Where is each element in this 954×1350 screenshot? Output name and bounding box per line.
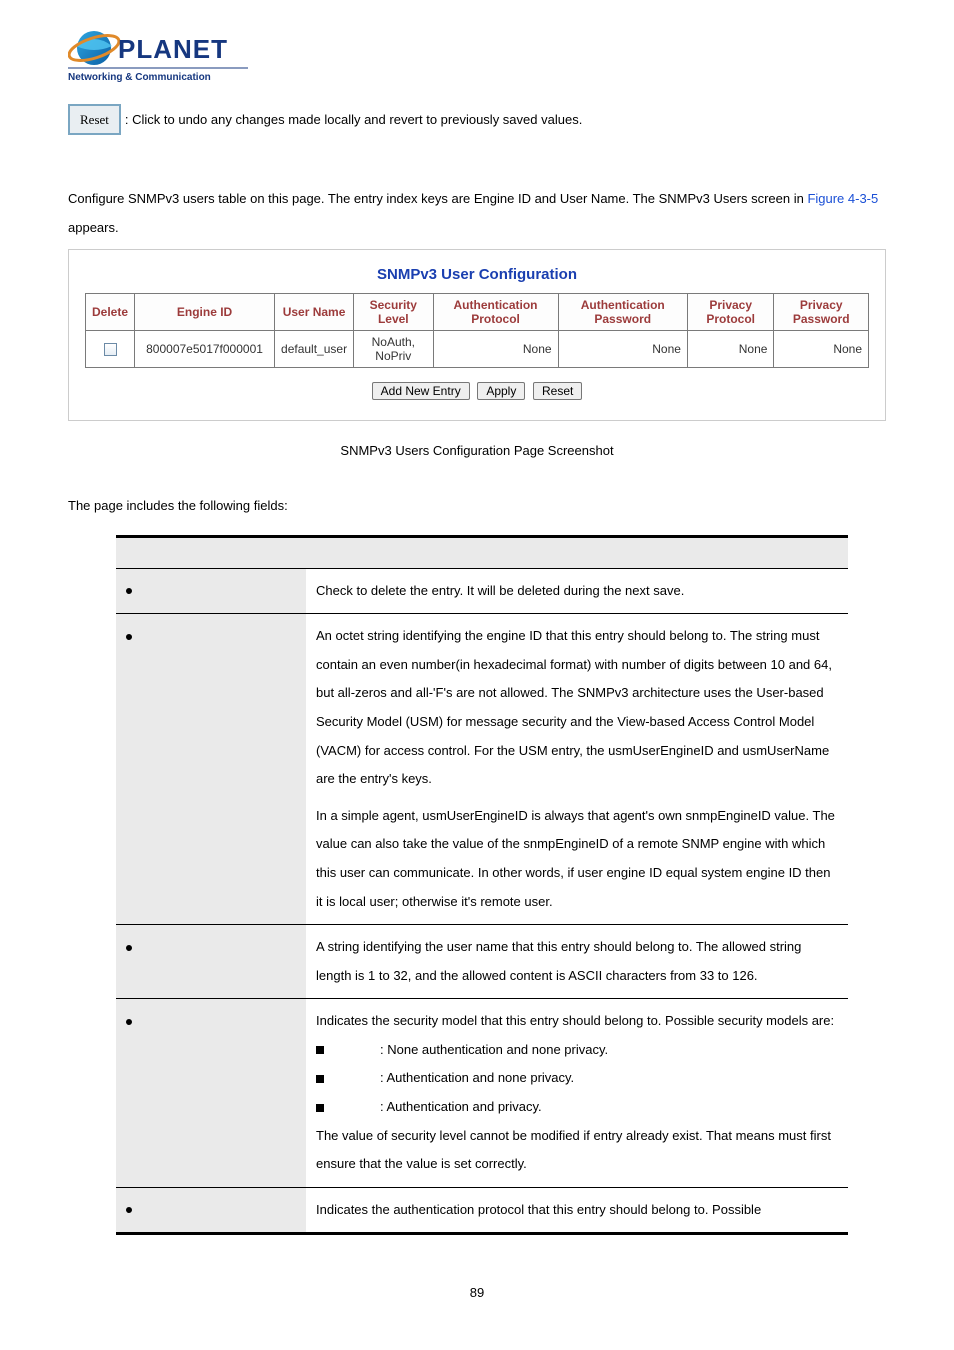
- planet-logo-icon: PLANET Networking & Communication: [68, 24, 248, 86]
- field-row-auth-protocol: Indicates the authentication protocol th…: [116, 1187, 848, 1234]
- field-user-name-desc: A string identifying the user name that …: [306, 925, 848, 999]
- fields-header-object: [116, 536, 306, 568]
- col-priv-password: Privacy Password: [774, 293, 869, 330]
- reset-description: : Click to undo any changes made locally…: [125, 108, 582, 131]
- field-row-engine-id: An octet string identifying the engine I…: [116, 614, 848, 925]
- snmp-config-screenshot: SNMPv3 User Configuration Delete Engine …: [68, 249, 886, 421]
- screenshot-caption: SNMPv3 Users Configuration Page Screensh…: [68, 443, 886, 458]
- bullet-icon: [126, 945, 132, 951]
- col-delete: Delete: [86, 293, 135, 330]
- col-auth-password: Authentication Password: [558, 293, 687, 330]
- page-number: 89: [68, 1285, 886, 1300]
- cell-auth-password: None: [558, 330, 687, 367]
- apply-button[interactable]: Apply: [477, 382, 525, 400]
- bullet-icon: [126, 588, 132, 594]
- col-user-name: User Name: [275, 293, 354, 330]
- square-bullet-icon: [316, 1046, 324, 1054]
- cell-auth-protocol: None: [433, 330, 558, 367]
- field-engine-id-desc: An octet string identifying the engine I…: [306, 614, 848, 925]
- col-security-level: Security Level: [354, 293, 433, 330]
- cell-security-level: NoAuth, NoPriv: [354, 330, 433, 367]
- field-row-user-name: A string identifying the user name that …: [116, 925, 848, 999]
- brand-logo: PLANET Networking & Communication: [68, 24, 886, 86]
- svg-text:Networking & Communication: Networking & Communication: [68, 72, 211, 83]
- col-engine-id: Engine ID: [135, 293, 275, 330]
- snmp-users-table: Delete Engine ID User Name Security Leve…: [85, 293, 869, 368]
- square-bullet-icon: [316, 1075, 324, 1083]
- cell-engine-id: 800007e5017f000001: [135, 330, 275, 367]
- table-row: 800007e5017f000001 default_user NoAuth, …: [86, 330, 869, 367]
- reset-button[interactable]: Reset: [533, 382, 582, 400]
- field-auth-protocol-desc: Indicates the authentication protocol th…: [306, 1187, 848, 1234]
- field-row-delete: Check to delete the entry. It will be de…: [116, 568, 848, 614]
- figure-link[interactable]: Figure 4-3-5: [807, 191, 878, 206]
- bullet-icon: [126, 1207, 132, 1213]
- reset-button-image: Reset: [68, 104, 121, 135]
- svg-text:PLANET: PLANET: [118, 34, 228, 64]
- square-bullet-icon: [316, 1104, 324, 1112]
- cell-priv-protocol: None: [687, 330, 774, 367]
- fields-intro: The page includes the following fields:: [68, 498, 886, 513]
- add-new-entry-button[interactable]: Add New Entry: [372, 382, 470, 400]
- col-priv-protocol: Privacy Protocol: [687, 293, 774, 330]
- field-delete-desc: Check to delete the entry. It will be de…: [306, 568, 848, 614]
- col-auth-protocol: Authentication Protocol: [433, 293, 558, 330]
- bullet-icon: [126, 634, 132, 640]
- delete-checkbox[interactable]: [104, 343, 117, 356]
- snmp-panel-title: SNMPv3 User Configuration: [85, 266, 869, 283]
- cell-user-name: default_user: [275, 330, 354, 367]
- field-row-security-level: Indicates the security model that this e…: [116, 999, 848, 1188]
- cell-priv-password: None: [774, 330, 869, 367]
- config-intro: Configure SNMPv3 users table on this pag…: [68, 185, 886, 242]
- fields-table: Check to delete the entry. It will be de…: [116, 535, 848, 1236]
- bullet-icon: [126, 1019, 132, 1025]
- fields-header-desc: [306, 536, 848, 568]
- field-security-level-desc: Indicates the security model that this e…: [306, 999, 848, 1188]
